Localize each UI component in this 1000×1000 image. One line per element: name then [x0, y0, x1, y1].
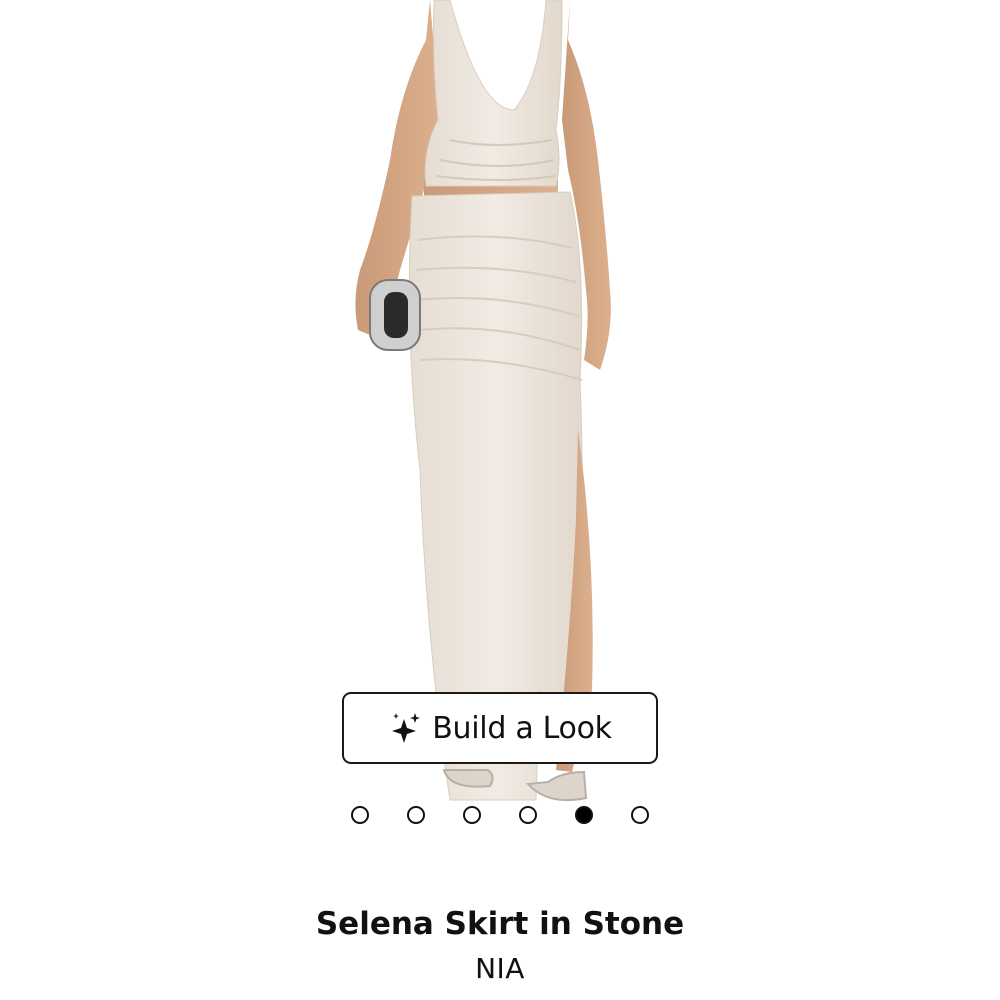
carousel-dot-6[interactable] [631, 806, 649, 824]
product-page: Build a Look Selena Skirt in Stone NIA [0, 0, 1000, 1000]
carousel-dot-2[interactable] [407, 806, 425, 824]
carousel-dot-4[interactable] [519, 806, 537, 824]
build-a-look-label: Build a Look [432, 710, 612, 746]
build-a-look-button[interactable]: Build a Look [342, 692, 658, 764]
image-carousel-dots [0, 806, 1000, 826]
carousel-dot-5-active[interactable] [575, 806, 593, 824]
carousel-dot-3[interactable] [463, 806, 481, 824]
sparkle-icon [392, 713, 421, 743]
product-brand[interactable]: NIA [0, 952, 1000, 985]
product-title: Selena Skirt in Stone [315, 906, 685, 942]
carousel-dot-1[interactable] [351, 806, 369, 824]
